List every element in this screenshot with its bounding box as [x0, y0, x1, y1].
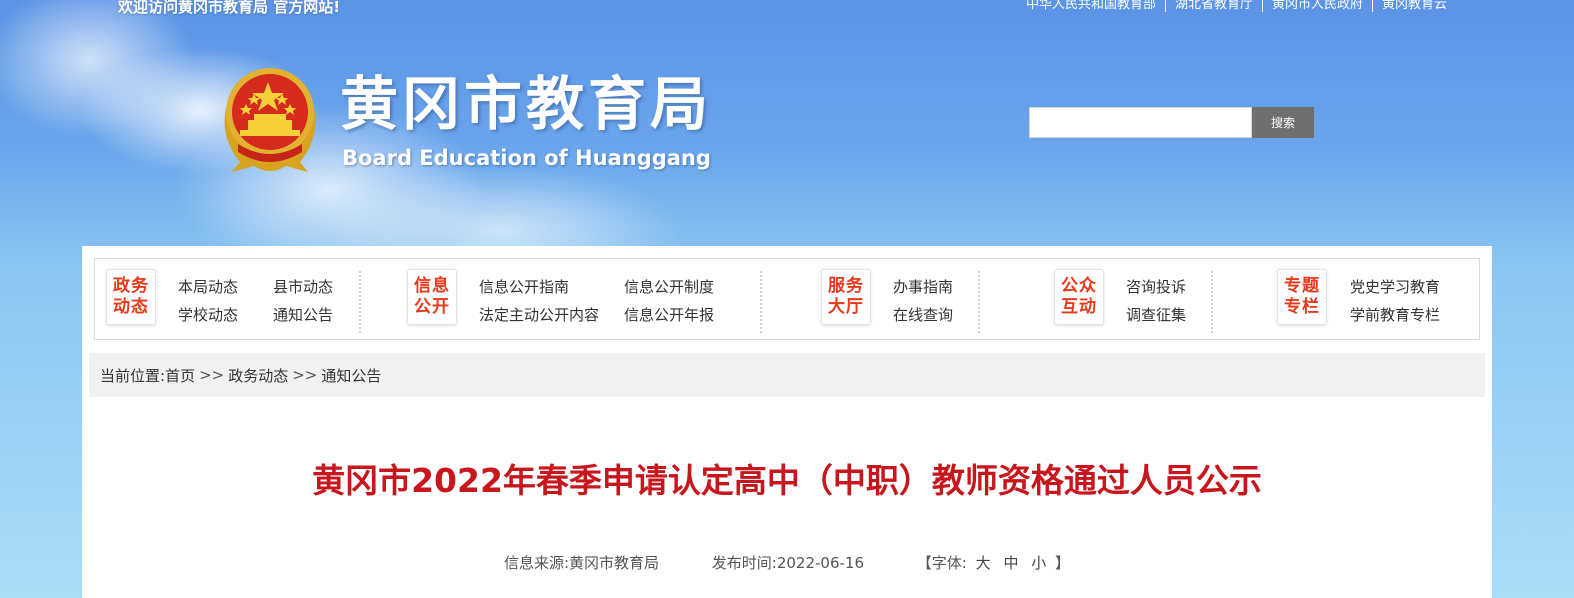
nav-link-preschool[interactable]: 学前教育专栏 — [1350, 304, 1440, 325]
top-link-hubei[interactable]: 湖北省教育厅 — [1164, 0, 1262, 12]
nav-badge-interaction[interactable]: 公众 互动 — [1054, 269, 1104, 325]
breadcrumb-news[interactable]: 政务动态 — [228, 365, 288, 386]
breadcrumb-home[interactable]: 首页 — [165, 365, 195, 386]
nav-link-disclosure-rules[interactable]: 信息公开制度 — [624, 276, 714, 297]
nav-link-complaints[interactable]: 咨询投诉 — [1126, 276, 1186, 297]
article-source: 信息来源:黄冈市教育局 — [503, 554, 659, 572]
nav-link-bureau-news[interactable]: 本局动态 — [178, 276, 238, 297]
breadcrumb-separator: >> — [199, 366, 225, 384]
nav-group-special: 专题 专栏 党史学习教育 学前教育专栏 — [1267, 259, 1467, 339]
nav-badge-news[interactable]: 政务 动态 — [106, 269, 156, 325]
main-panel: 政务 动态 本局动态 县市动态 学校动态 通知公告 信息 公开 信息公开指南 信息公… — [82, 246, 1492, 598]
nav-link-party-history[interactable]: 党史学习教育 — [1350, 276, 1440, 297]
font-size-control: 【字体: 大 中 小 】 — [917, 554, 1070, 572]
nav-link-service-guide[interactable]: 办事指南 — [893, 276, 953, 297]
site-title: 黄冈市教育局 — [340, 70, 713, 138]
nav-badge-disclosure[interactable]: 信息 公开 — [407, 269, 457, 325]
breadcrumb-separator: >> — [292, 366, 318, 384]
nav-divider — [760, 271, 762, 333]
breadcrumb-notices[interactable]: 通知公告 — [321, 365, 381, 386]
top-link-gov[interactable]: 黄冈市人民政府 — [1261, 0, 1372, 12]
nav-group-interaction: 公众 互动 咨询投诉 调查征集 — [1043, 259, 1213, 339]
article-date: 发布时间:2022-06-16 — [711, 554, 865, 572]
nav-group-disclosure: 信息 公开 信息公开指南 信息公开制度 法定主动公开内容 信息公开年报 — [395, 259, 755, 339]
welcome-text: 欢迎访问黄冈市教育局 官方网站! — [118, 0, 341, 16]
font-size-medium[interactable]: 中 — [1003, 554, 1018, 572]
search-input[interactable] — [1029, 107, 1252, 138]
nav-link-annual-report[interactable]: 信息公开年报 — [624, 304, 714, 325]
breadcrumb: 当前位置: 首页 >> 政务动态 >> 通知公告 — [89, 353, 1485, 397]
nav-link-statutory-disclosure[interactable]: 法定主动公开内容 — [479, 304, 599, 325]
nav-link-notices[interactable]: 通知公告 — [273, 304, 333, 325]
nav-group-service: 服务 大厅 办事指南 在线查询 — [809, 259, 979, 339]
font-size-open: 【字体: — [916, 554, 967, 572]
nav-group-news: 政务 动态 本局动态 县市动态 学校动态 通知公告 — [95, 259, 363, 339]
site-subtitle: Board Education of Huanggang — [342, 146, 711, 170]
nav-link-survey[interactable]: 调查征集 — [1126, 304, 1186, 325]
article-title: 黄冈市2022年春季申请认定高中（中职）教师资格通过人员公示 — [312, 461, 1262, 500]
search-button[interactable]: 搜索 — [1252, 107, 1314, 138]
nav-link-school-news[interactable]: 学校动态 — [178, 304, 238, 325]
breadcrumb-label: 当前位置: — [100, 366, 166, 385]
main-navigation: 政务 动态 本局动态 县市动态 学校动态 通知公告 信息 公开 信息公开指南 信息公… — [94, 258, 1480, 340]
nav-badge-service[interactable]: 服务 大厅 — [821, 269, 871, 325]
font-size-large[interactable]: 大 — [976, 554, 991, 572]
top-link-moe[interactable]: 中华人民共和国教育部 — [1017, 0, 1165, 12]
national-emblem-icon — [224, 68, 316, 172]
nav-link-disclosure-guide[interactable]: 信息公开指南 — [479, 276, 569, 297]
nav-link-online-query[interactable]: 在线查询 — [893, 304, 953, 325]
nav-link-county-news[interactable]: 县市动态 — [273, 276, 333, 297]
nav-badge-special[interactable]: 专题 专栏 — [1277, 269, 1327, 325]
top-links: 中华人民共和国教育部 湖北省教育厅 黄冈市人民政府 黄冈教育云 — [1017, 0, 1456, 12]
nav-divider — [978, 271, 980, 333]
article-meta: 信息来源:黄冈市教育局 发布时间:2022-06-16 【字体: 大 中 小 】 — [82, 552, 1492, 573]
font-size-close: 】 — [1055, 554, 1071, 572]
nav-divider — [359, 271, 361, 333]
nav-divider — [1211, 271, 1213, 333]
top-link-cloud[interactable]: 黄冈教育云 — [1371, 0, 1456, 12]
font-size-small[interactable]: 小 — [1031, 554, 1046, 572]
